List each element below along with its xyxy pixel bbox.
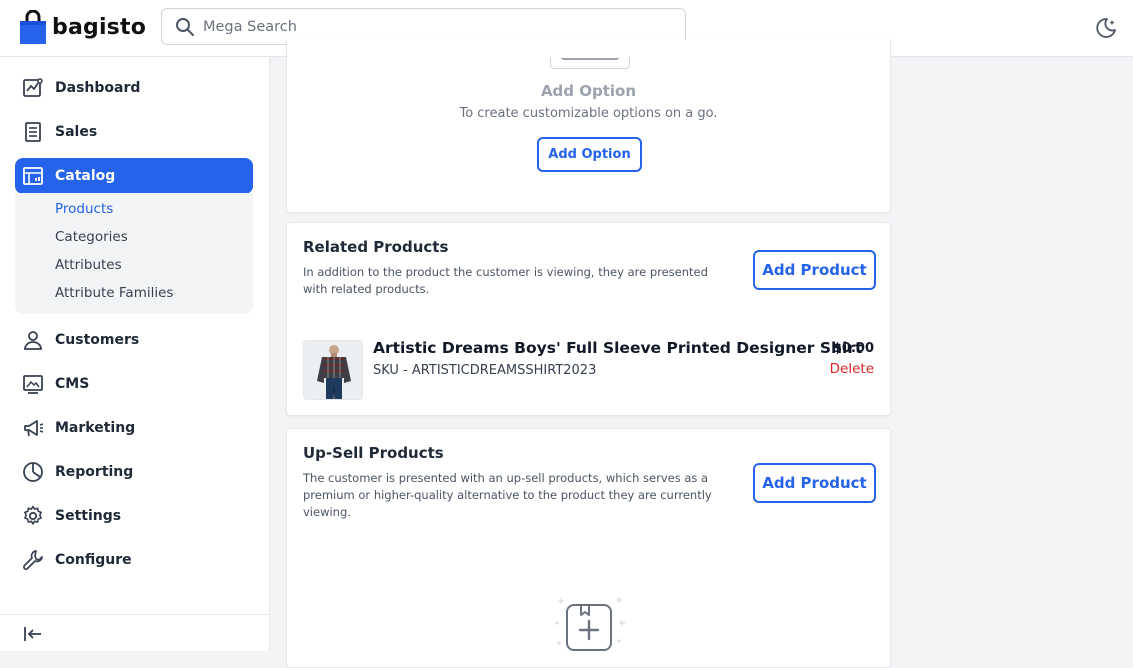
related-products-title: Related Products	[303, 238, 449, 256]
empty-options-illustration	[550, 57, 630, 69]
up-sell-products-card: Up-Sell Products The customer is present…	[286, 428, 891, 668]
brand-logo[interactable]: bagisto	[20, 10, 146, 44]
related-product-sku: SKU - ARTISTICDREAMSSHIRT2023	[373, 363, 597, 378]
sidebar-item-label: Catalog	[55, 168, 116, 184]
search-icon	[176, 17, 194, 36]
add-related-product-button[interactable]: Add Product	[753, 250, 876, 290]
empty-options-description: To create customizable options on a go.	[459, 106, 718, 121]
sales-icon	[21, 120, 45, 144]
related-products-description: In addition to the product the customer …	[303, 265, 708, 296]
shopping-bag-icon	[20, 10, 46, 44]
brand-name: bagisto	[52, 14, 147, 40]
dark-mode-toggle-icon[interactable]	[1094, 16, 1118, 40]
sidebar-item-sales[interactable]: Sales	[15, 114, 253, 150]
add-product-placeholder-icon	[555, 597, 625, 651]
catalog-icon	[21, 164, 45, 188]
related-product-name[interactable]: Artistic Dreams Boys' Full Sleeve Printe…	[373, 339, 862, 357]
sidebar-item-label: Settings	[55, 508, 122, 524]
sidebar: Dashboard Sales Catalog Products Categor…	[0, 57, 270, 651]
related-product-price: $0.00	[832, 341, 874, 356]
shirt-product-image	[304, 341, 362, 399]
sidebar-item-label: Dashboard	[55, 80, 141, 96]
sidebar-item-reporting[interactable]: Reporting	[15, 454, 253, 490]
search-input[interactable]	[203, 18, 663, 35]
submenu-item-products[interactable]: Products	[55, 201, 113, 217]
sidebar-item-marketing[interactable]: Marketing	[15, 410, 253, 446]
sidebar-item-settings[interactable]: Settings	[15, 498, 253, 534]
sidebar-item-label: Marketing	[55, 420, 136, 436]
customers-icon	[21, 328, 45, 352]
customizable-options-card: Add Option To create customizable option…	[286, 40, 891, 213]
sidebar-collapse-bar	[0, 614, 269, 651]
sidebar-item-label: CMS	[55, 376, 90, 392]
sidebar-item-customers[interactable]: Customers	[15, 322, 253, 358]
up-sell-products-title: Up-Sell Products	[303, 444, 444, 462]
sidebar-item-label: Reporting	[55, 464, 134, 480]
sidebar-item-dashboard[interactable]: Dashboard	[15, 70, 253, 106]
add-up-sell-product-button[interactable]: Add Product	[753, 463, 876, 503]
sidebar-item-label: Sales	[55, 124, 98, 140]
empty-options-title: Add Option	[540, 82, 637, 100]
submenu-item-attribute-families[interactable]: Attribute Families	[55, 285, 173, 301]
sidebar-item-cms[interactable]: CMS	[15, 366, 253, 402]
wrench-icon	[21, 548, 45, 572]
catalog-submenu: Products Categories Attributes Attribute…	[15, 193, 253, 314]
submenu-item-attributes[interactable]: Attributes	[55, 257, 122, 273]
up-sell-products-description: The customer is presented with an up-sel…	[303, 471, 712, 519]
submenu-item-categories[interactable]: Categories	[55, 229, 128, 245]
delete-related-product-link[interactable]: Delete	[830, 361, 874, 377]
sidebar-item-catalog[interactable]: Catalog	[15, 158, 253, 194]
sidebar-item-label: Customers	[55, 332, 140, 348]
product-thumbnail	[303, 340, 363, 400]
sidebar-item-configure[interactable]: Configure	[15, 542, 253, 578]
dashboard-icon	[21, 76, 45, 100]
add-option-button[interactable]: Add Option	[537, 137, 642, 172]
collapse-sidebar-icon[interactable]	[22, 623, 44, 645]
settings-gear-icon	[21, 504, 45, 528]
related-products-card: Related Products In addition to the prod…	[286, 222, 891, 416]
sidebar-item-label: Configure	[55, 552, 132, 568]
marketing-icon	[21, 416, 45, 440]
reporting-icon	[21, 460, 45, 484]
cms-icon	[21, 372, 45, 396]
